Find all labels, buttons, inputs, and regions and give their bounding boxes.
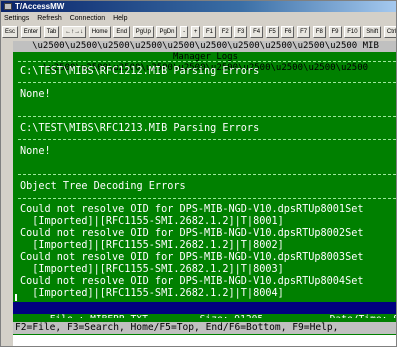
end-key-button[interactable]: End [113,26,131,38]
section3-title: Object Tree Decoding Errors [20,181,186,192]
f5-key-button[interactable]: F5 [265,26,279,38]
home-key-button[interactable]: Home [88,26,111,38]
cursor-marker [15,294,17,301]
function-key-help: F2=File, F3=Search, Home/F5=Top, End/F6=… [13,322,396,334]
app-icon [4,3,12,10]
key-toolbar: Esc Enter Tab ←↑→↓ Home End PgUp PgDn - … [1,25,396,39]
arrow-keys-button[interactable]: ←↑→↓ [62,26,87,38]
shift-key-button[interactable]: Shift [363,26,382,38]
terminal-window: T/AccessMW Settings Refresh Connection H… [0,0,397,347]
error-line: [Imported]|[RFC1155-SMI.2682.1.2]|T|8004… [20,288,284,299]
f3-key-button[interactable]: F3 [234,26,248,38]
separator [18,82,396,83]
separator [18,61,396,62]
pgdn-key-button[interactable]: PgDn [156,26,178,38]
function-key-bar: F2=File, F3=Search, Home/F5=Top, End/F6=… [13,318,396,346]
status-bar: File : MIBERR.TXTSize: 91205Date/Time: S… [13,302,396,325]
menu-bar: Settings Refresh Connection Help [1,13,396,24]
f10-key-button[interactable]: F10 [344,26,361,38]
separator [18,116,396,117]
section1-body: None! [20,89,51,100]
f6-key-button[interactable]: F6 [281,26,295,38]
error-line: [Imported]|[RFC1155-SMI.2682.1.2]|T|8003… [20,264,284,275]
f7-key-button[interactable]: F7 [297,26,311,38]
enter-key-button[interactable]: Enter [20,26,42,38]
minus-key-button[interactable]: - [180,26,189,38]
menu-refresh[interactable]: Refresh [34,13,65,24]
menu-help[interactable]: Help [110,13,130,24]
error-line: [Imported]|[RFC1155-SMI.2682.1.2]|T|8001… [20,216,284,227]
f8-key-button[interactable]: F8 [312,26,326,38]
terminal-screen[interactable]: \u2500\u2500\u2500\u2500\u2500\u2500\u25… [13,41,396,346]
f2-key-button[interactable]: F2 [218,26,232,38]
f9-key-button[interactable]: F9 [328,26,342,38]
title-bar: T/AccessMW [1,1,396,12]
f4-key-button[interactable]: F4 [250,26,264,38]
error-line: Could not resolve OID for DPS-MIB-NGD-V1… [20,252,364,263]
separator [18,198,396,199]
error-line: Could not resolve OID for DPS-MIB-NGD-V1… [20,204,364,215]
separator [18,174,396,175]
menu-connection[interactable]: Connection [67,13,108,24]
section2-body: None! [20,146,51,157]
error-line: [Imported]|[RFC1155-SMI.2682.1.2]|T|8002… [20,240,284,251]
tab-key-button[interactable]: Tab [43,26,60,38]
separator [18,139,396,140]
log-header: \u2500\u2500\u2500\u2500\u2500\u2500\u25… [13,41,396,73]
esc-key-button[interactable]: Esc [2,26,19,38]
error-line: Could not resolve OID for DPS-MIB-NGD-V1… [20,276,364,287]
section1-title: C:\TEST\MIBS\RFC1212.MIB Parsing Errors [20,66,260,77]
plus-key-button[interactable]: + [190,26,201,38]
error-line: Could not resolve OID for DPS-MIB-NGD-V1… [20,228,364,239]
bottom-margin [13,335,396,346]
window-title: T/AccessMW [15,2,65,11]
f1-key-button[interactable]: F1 [203,26,217,38]
ctrl-key-button[interactable]: Ctrl [383,26,396,38]
menu-settings[interactable]: Settings [1,13,32,24]
section2-title: C:\TEST\MIBS\RFC1213.MIB Parsing Errors [20,123,260,134]
pgup-key-button[interactable]: PgUp [132,26,154,38]
